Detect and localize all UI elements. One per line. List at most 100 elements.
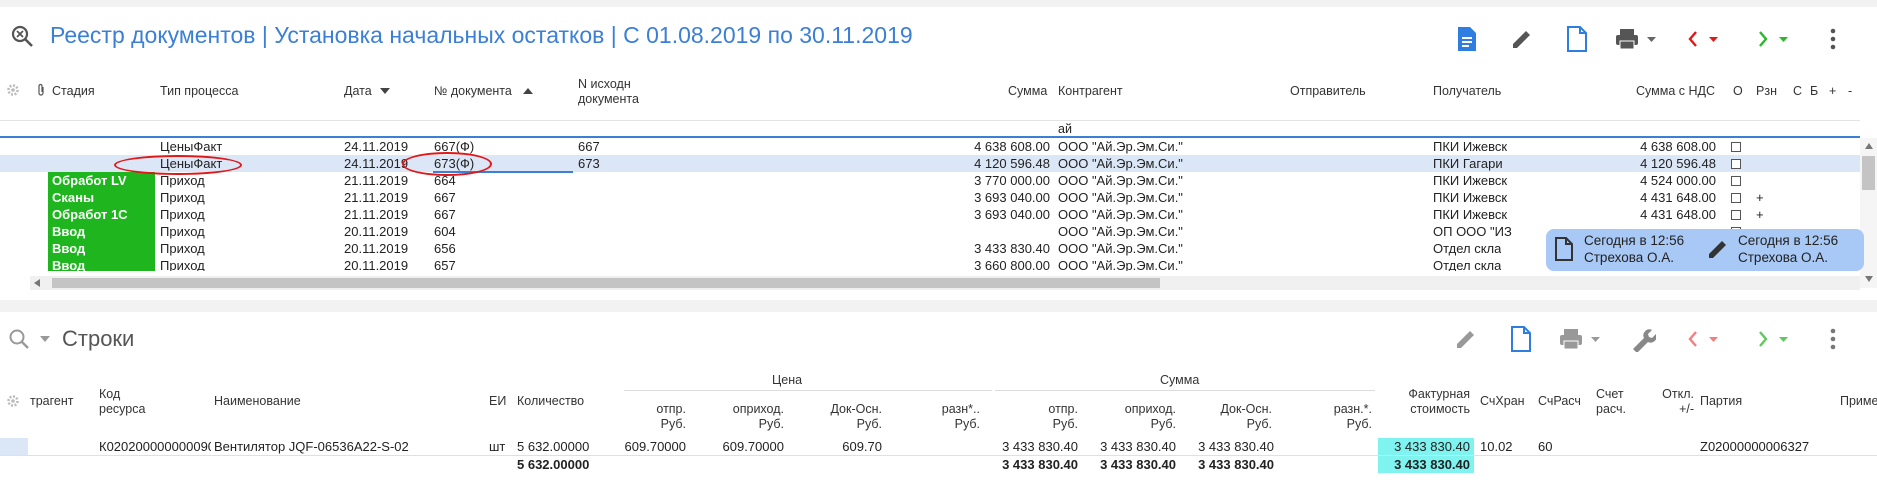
col-rzn[interactable]: Рзн xyxy=(1756,84,1777,98)
next-button[interactable] xyxy=(1754,24,1796,54)
search-icon[interactable] xyxy=(8,328,30,350)
cell-source-doc: 667 xyxy=(578,139,600,154)
col-sum-base-2[interactable]: Руб. xyxy=(1190,417,1272,432)
cell-process: Приход xyxy=(160,224,205,239)
col-price-recv-2[interactable]: Руб. xyxy=(700,417,784,432)
col-sum-recv-1[interactable]: оприход. xyxy=(1090,402,1176,417)
chevron-down-icon[interactable] xyxy=(40,336,50,342)
paperclip-icon xyxy=(38,83,44,96)
table-row[interactable]: Обработ LV Приход 21.11.2019 664 3 770 0… xyxy=(0,172,1860,189)
row-selector[interactable] xyxy=(0,438,28,455)
col-price-diff-1[interactable]: разн*.. xyxy=(900,402,980,417)
document-list-button[interactable] xyxy=(1454,24,1480,54)
col-dev-2[interactable]: +/- xyxy=(1650,402,1694,417)
col-code-1[interactable]: Код xyxy=(99,387,120,402)
table-row[interactable]: Сканы Приход 21.11.2019 667 3 693 040.00… xyxy=(0,189,1860,206)
col-sum-base-1[interactable]: Док-Осн. xyxy=(1190,402,1272,417)
zoom-icon[interactable] xyxy=(10,24,36,50)
col-fact-1[interactable]: Фактурная xyxy=(1378,387,1470,402)
col-name[interactable]: Наименование xyxy=(214,394,301,409)
table-row[interactable]: Обработ 1С Приход 21.11.2019 667 3 693 0… xyxy=(0,206,1860,223)
more-menu-button[interactable] xyxy=(1825,24,1841,54)
col-sum-diff-1[interactable]: разн.*. xyxy=(1290,402,1372,417)
col-price-sent-2[interactable]: Руб. xyxy=(620,417,686,432)
scroll-down-icon[interactable] xyxy=(1865,276,1873,282)
col-price-diff-2[interactable]: Руб. xyxy=(900,417,980,432)
horizontal-scrollbar[interactable] xyxy=(30,276,1860,290)
col-fact-2[interactable]: стоимость xyxy=(1378,402,1470,417)
lines-previous-button[interactable] xyxy=(1684,324,1726,354)
col-date[interactable]: Дата xyxy=(344,84,372,98)
print-button[interactable] xyxy=(1612,24,1662,54)
total-sum-recv: 3 433 830.40 xyxy=(1100,457,1176,472)
col-minus[interactable]: - xyxy=(1848,84,1852,98)
lines-more-button[interactable] xyxy=(1825,324,1841,354)
cell-date: 21.11.2019 xyxy=(344,173,409,188)
col-code-2[interactable]: ресурса xyxy=(99,402,145,417)
cell-docno: 657 xyxy=(434,258,456,271)
new-document-button[interactable] xyxy=(1564,24,1590,54)
col-sum-sent-1[interactable]: отпр. xyxy=(1000,402,1078,417)
lines-tools-button[interactable] xyxy=(1628,324,1658,354)
lines-print-button[interactable] xyxy=(1556,324,1606,354)
checkbox-o[interactable] xyxy=(1731,210,1741,220)
lines-next-button[interactable] xyxy=(1754,324,1796,354)
annotation-oval-process xyxy=(114,155,242,175)
edit-button[interactable] xyxy=(1507,24,1537,54)
col-stage[interactable]: Стадия xyxy=(52,84,95,98)
col-s[interactable]: С xyxy=(1793,84,1802,98)
contractor-filter-value[interactable]: ай xyxy=(1058,122,1072,136)
checkbox-o[interactable] xyxy=(1731,193,1741,203)
col-receiver[interactable]: Получатель xyxy=(1433,84,1501,98)
col-o[interactable]: О xyxy=(1733,84,1743,98)
scroll-left-icon[interactable] xyxy=(34,279,40,287)
col-acc-1[interactable]: Счет xyxy=(1596,387,1624,402)
previous-button[interactable] xyxy=(1684,24,1726,54)
col-dev-1[interactable]: Откл. xyxy=(1650,387,1694,402)
col-sender[interactable]: Отправитель xyxy=(1290,84,1366,98)
col-note[interactable]: Приме xyxy=(1840,394,1877,409)
col-price-recv-1[interactable]: оприход. xyxy=(700,402,784,417)
scroll-up-icon[interactable] xyxy=(1865,143,1873,149)
col-unit[interactable]: ЕИ xyxy=(489,394,506,409)
col-calc-acc[interactable]: СчРасч xyxy=(1538,394,1581,409)
lines-edit-button[interactable] xyxy=(1452,324,1480,354)
lines-grid: Цена Сумма трагент Код ресурса Наименова… xyxy=(0,370,1877,440)
checkbox-o[interactable] xyxy=(1731,159,1741,169)
col-plus[interactable]: + xyxy=(1829,84,1836,98)
col-price-sent-1[interactable]: отпр. xyxy=(620,402,686,417)
col-price-base-2[interactable]: Руб. xyxy=(800,417,882,432)
col-contractor[interactable]: Контрагент xyxy=(1058,84,1123,98)
horizontal-scroll-thumb[interactable] xyxy=(52,278,1160,288)
cell-date: 20.11.2019 xyxy=(344,258,409,271)
checkbox-o[interactable] xyxy=(1731,142,1741,152)
col-sum-vat[interactable]: Сумма с НДС xyxy=(1636,84,1715,98)
col-store-acc[interactable]: СчХран xyxy=(1480,394,1525,409)
checkbox-o[interactable] xyxy=(1731,176,1741,186)
col-acc-2[interactable]: расч. xyxy=(1596,402,1626,417)
vertical-scroll-thumb[interactable] xyxy=(1862,156,1875,190)
col-source-doc-2[interactable]: документа xyxy=(578,92,639,106)
settings-gear-icon[interactable] xyxy=(6,394,20,408)
col-sum[interactable]: Сумма xyxy=(1008,84,1047,98)
table-row[interactable]: ЦеныФакт 24.11.2019 667(Ф) 667 4 638 608… xyxy=(0,138,1860,155)
lines-table-row[interactable]: К020200000000090 Вентилятор JQF-06536A22… xyxy=(0,438,1877,455)
settings-gear-icon[interactable] xyxy=(6,83,20,97)
cell-sum-vat: 4 120 596.48 xyxy=(1640,156,1716,171)
col-price-base-1[interactable]: Док-Осн. xyxy=(800,402,882,417)
col-b[interactable]: Б xyxy=(1810,84,1818,98)
col-process[interactable]: Тип процесса xyxy=(160,84,238,98)
col-sum-sent-2[interactable]: Руб. xyxy=(1000,417,1078,432)
col-contractor-tail[interactable]: трагент xyxy=(30,394,74,409)
col-source-doc-1[interactable]: N исходн xyxy=(578,77,631,91)
lines-new-button[interactable] xyxy=(1508,324,1534,354)
table-row-selected[interactable]: ЦеныФакт 24.11.2019 673(Ф) 673 4 120 596… xyxy=(0,155,1860,173)
stage-badge: Сканы xyxy=(48,189,155,206)
col-docno[interactable]: № документа xyxy=(434,84,512,98)
col-sum-recv-2[interactable]: Руб. xyxy=(1090,417,1176,432)
col-qty[interactable]: Количество xyxy=(517,394,584,409)
col-sum-diff-2[interactable]: Руб. xyxy=(1290,417,1372,432)
total-sum-sent: 3 433 830.40 xyxy=(1002,457,1078,472)
col-batch[interactable]: Партия xyxy=(1700,394,1742,409)
filter-row[interactable]: ай xyxy=(0,120,1860,138)
